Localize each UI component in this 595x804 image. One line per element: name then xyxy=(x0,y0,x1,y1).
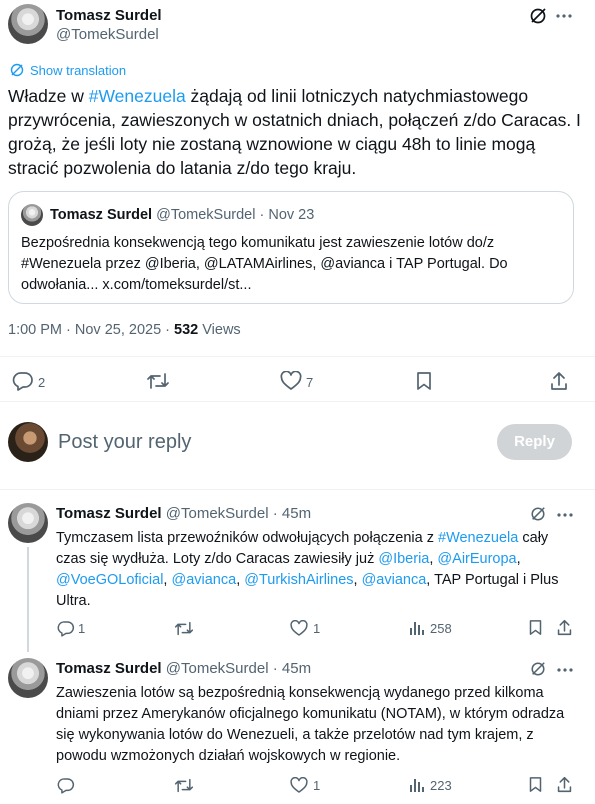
bookmark-icon[interactable] xyxy=(528,776,543,793)
share-icon[interactable] xyxy=(549,370,569,392)
reply-author-handle[interactable]: @TomekSurdel xyxy=(166,660,269,677)
user-avatar[interactable] xyxy=(8,422,48,462)
views-count: 223 xyxy=(430,778,452,793)
quoted-header: Tomasz Surdel @TomekSurdel · Nov 23 xyxy=(50,207,314,223)
reply-count: 1 xyxy=(78,621,86,636)
reply-icon[interactable] xyxy=(57,777,75,794)
reply-author-handle[interactable]: @TomekSurdel xyxy=(166,505,269,522)
like-count: 7 xyxy=(306,375,314,390)
views-icon[interactable] xyxy=(409,620,425,636)
reply-author-name[interactable]: Tomasz Surdel xyxy=(56,660,162,677)
timestamp-text[interactable]: 1:00 PM · Nov 25, 2025 · xyxy=(8,322,174,338)
views-count: 258 xyxy=(430,621,452,636)
share-icon[interactable] xyxy=(556,618,573,637)
quoted-tweet[interactable]: Tomasz Surdel @TomekSurdel · Nov 23 Bezp… xyxy=(8,191,574,304)
quoted-separator: · xyxy=(259,207,265,223)
more-icon[interactable] xyxy=(555,8,573,24)
mention-link[interactable]: @VoeGOLoficial xyxy=(56,572,163,588)
translate-icon xyxy=(10,63,24,77)
quoted-author-name: Tomasz Surdel xyxy=(50,207,153,223)
reply-header: Tomasz Surdel @TomekSurdel · 45m xyxy=(56,505,311,522)
reply-author-avatar[interactable] xyxy=(8,503,48,543)
quoted-date: Nov 23 xyxy=(268,207,315,223)
reply-text: Tymczasem lista przewoźników odwołującyc… xyxy=(56,528,581,612)
mention-link[interactable]: @AirEuropa xyxy=(437,551,516,567)
grok-icon[interactable] xyxy=(530,506,546,522)
like-icon[interactable] xyxy=(290,777,308,794)
divider xyxy=(0,401,595,402)
more-icon[interactable] xyxy=(556,507,574,523)
reply-author-name[interactable]: Tomasz Surdel xyxy=(56,505,162,522)
reply-text-part: , xyxy=(353,572,362,588)
mention-link[interactable]: @TurkishAirlines xyxy=(244,572,353,588)
like-icon[interactable] xyxy=(280,371,302,391)
author-handle[interactable]: @TomekSurdel xyxy=(56,26,159,43)
quoted-author-avatar xyxy=(21,204,43,226)
grok-icon[interactable] xyxy=(529,7,547,25)
author-avatar[interactable] xyxy=(8,4,48,44)
share-icon[interactable] xyxy=(556,775,573,794)
reply-text-part: Tymczasem lista przewoźników odwołującyc… xyxy=(56,530,438,546)
mention-link[interactable]: #Wenezuela xyxy=(438,530,518,546)
thread-line xyxy=(27,547,29,652)
views-label: Views xyxy=(198,322,241,338)
tweet-text: Władze w #Wenezuela żądają od linii lotn… xyxy=(8,84,583,180)
grok-icon[interactable] xyxy=(530,661,546,677)
quoted-author-handle: @TomekSurdel xyxy=(156,207,256,223)
like-count: 1 xyxy=(313,621,321,636)
reply-button[interactable]: Reply xyxy=(497,424,572,460)
mention-link[interactable]: @avianca xyxy=(362,572,427,588)
reply-icon[interactable] xyxy=(57,620,75,637)
divider xyxy=(0,489,595,490)
repost-icon[interactable] xyxy=(146,371,170,391)
mention-link[interactable]: @avianca xyxy=(171,572,236,588)
show-translation-link[interactable]: Show translation xyxy=(30,63,126,78)
repost-icon[interactable] xyxy=(174,777,194,794)
reply-age[interactable]: · 45m xyxy=(273,660,311,677)
reply-text-part: , xyxy=(516,551,521,567)
bookmark-icon[interactable] xyxy=(528,619,543,636)
hashtag-link[interactable]: #Wenezuela xyxy=(89,86,186,106)
reply-count: 2 xyxy=(38,375,46,390)
reply-icon[interactable] xyxy=(12,371,34,391)
tweet-text-part: Władze w xyxy=(8,86,89,106)
like-icon[interactable] xyxy=(290,620,308,637)
mention-link[interactable]: @Iberia xyxy=(378,551,429,567)
quoted-text: Bezpośrednia konsekwencją tego komunikat… xyxy=(21,235,508,293)
reply-author-avatar[interactable] xyxy=(8,658,48,698)
author-name[interactable]: Tomasz Surdel xyxy=(56,7,162,24)
tweet-timestamp: 1:00 PM · Nov 25, 2025 · 532 Views xyxy=(8,322,241,338)
views-icon[interactable] xyxy=(409,777,425,793)
more-icon[interactable] xyxy=(556,662,574,678)
repost-icon[interactable] xyxy=(174,620,194,637)
divider xyxy=(0,356,595,357)
views-count: 532 xyxy=(174,322,199,338)
reply-age[interactable]: · 45m xyxy=(273,505,311,522)
reply-input[interactable]: Post your reply xyxy=(58,431,191,454)
reply-header: Tomasz Surdel @TomekSurdel · 45m xyxy=(56,660,311,677)
like-count: 1 xyxy=(313,778,321,793)
reply-text: Zawieszenia lotów są bezpośrednią konsek… xyxy=(56,685,565,764)
bookmark-icon[interactable] xyxy=(415,371,433,391)
